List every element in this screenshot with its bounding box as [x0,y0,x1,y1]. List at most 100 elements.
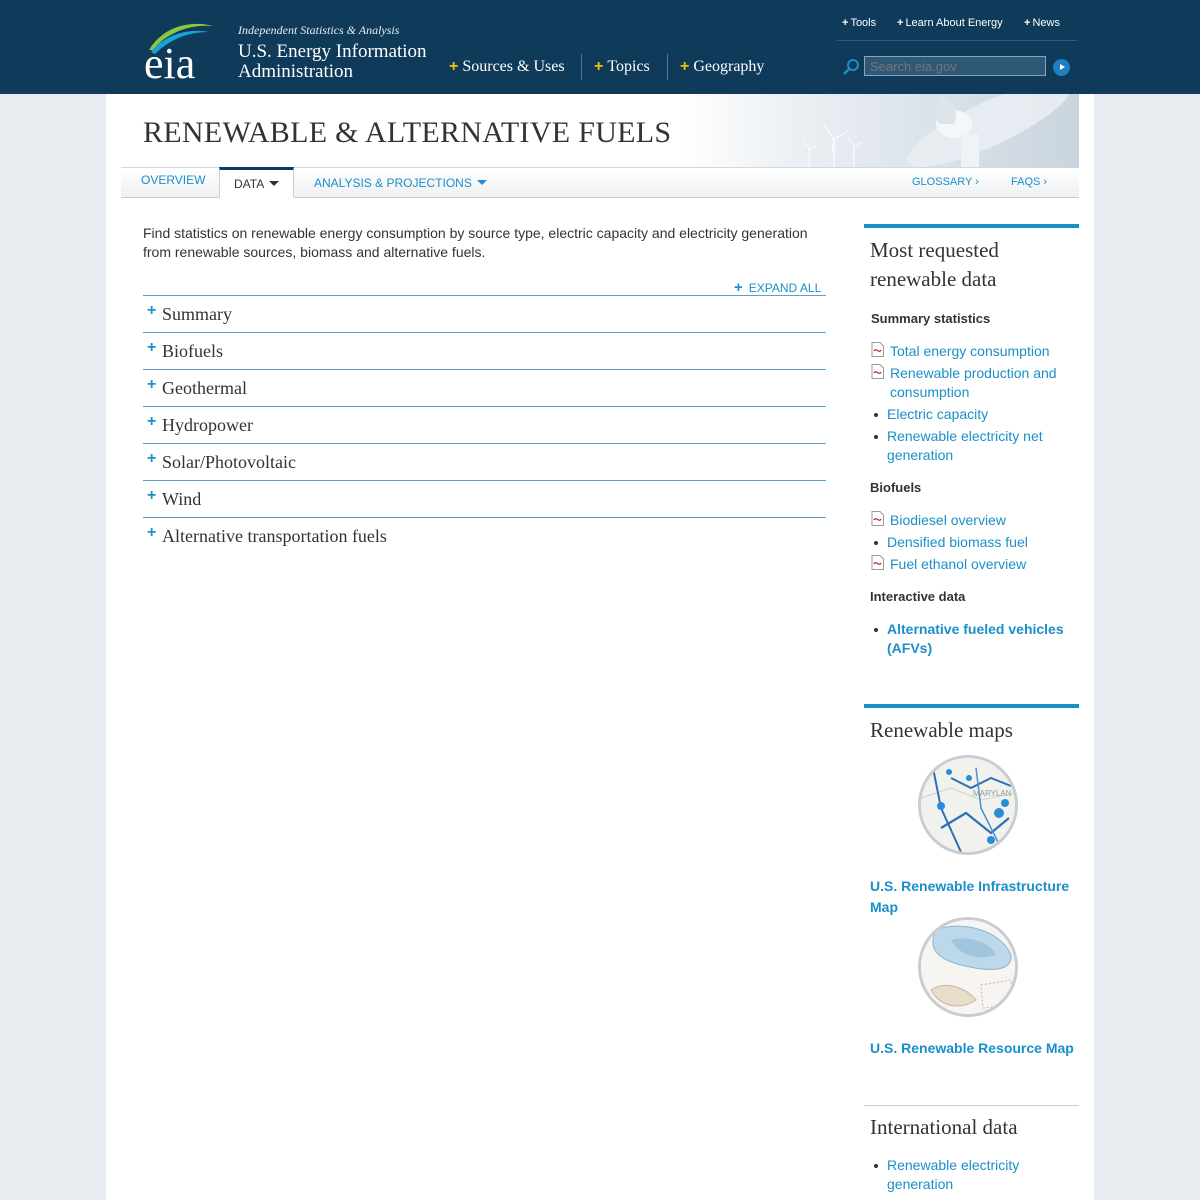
utility-label: Learn About Energy [905,17,1003,29]
accordion-label: Hydropower [162,415,253,435]
nav-sources-uses[interactable]: + Sources & Uses [449,54,565,80]
plus-icon: + [147,339,157,356]
accordion-geothermal[interactable]: + Geothermal [143,369,826,406]
bullet [874,541,878,545]
utility-learn-about-energy[interactable]: + Learn About Energy [897,17,1003,29]
accordion-biofuels[interactable]: + Biofuels [143,332,826,369]
link-alternative-fueled-vehicles[interactable]: Alternative fueled vehicles (AFVs) [887,620,1072,658]
caret-down-icon [476,180,487,185]
divider [864,1105,1079,1106]
tagline: Independent Statistics & Analysis [238,23,400,37]
pdf-icon [871,511,884,526]
plus-icon: + [842,17,849,29]
plus-icon: + [594,58,604,75]
faqs-link[interactable]: FAQS › [1011,176,1047,188]
nav-label: Topics [607,58,650,75]
plus-icon: + [680,58,690,75]
nav-divider [667,54,668,80]
accordion-solar[interactable]: + Solar/Photovoltaic [143,443,826,480]
map-label: MARYLAN [973,789,1012,798]
wind-turbine-image [802,94,1072,167]
most-requested-box: Most requested renewable data Summary st… [864,224,1079,684]
tab-analysis-projections[interactable]: ANALYSIS & PROJECTIONS [314,176,487,190]
renewable-maps-heading: Renewable maps [870,718,1013,742]
org-name-line2: Administration [238,60,354,82]
eia-logo[interactable]: eia [143,20,219,82]
infrastructure-map-thumbnail[interactable]: MARYLAN [918,755,1018,855]
accordion-summary[interactable]: + Summary [143,295,826,332]
bullet [874,628,878,632]
search-go-button[interactable] [1053,59,1070,76]
accordion-wind[interactable]: + Wind [143,480,826,517]
accordion-label: Summary [162,304,232,324]
accordion-label: Geothermal [162,378,247,398]
link-electric-capacity[interactable]: Electric capacity [887,405,1077,424]
plus-icon: + [147,487,157,504]
logo-text: eia [144,39,195,82]
expand-all-button[interactable]: + EXPAND ALL [734,279,821,296]
resource-map-thumbnail[interactable] [918,917,1018,1017]
utility-tools[interactable]: + Tools [842,17,876,29]
utility-news[interactable]: + News [1024,17,1060,29]
plus-icon: + [147,450,157,467]
org-name[interactable]: U.S. Energy Information Administration [238,42,427,81]
tab-overview[interactable]: OVERVIEW [141,173,205,187]
link-densified-biomass-fuel[interactable]: Densified biomass fuel [887,533,1077,552]
nav-label: Geography [693,58,765,75]
org-name-line1: U.S. Energy Information [238,41,427,62]
plus-icon: + [147,413,157,430]
caret-down-icon [269,181,280,186]
link-renewable-resource-map[interactable]: U.S. Renewable Resource Map [870,1038,1080,1059]
plus-icon: + [897,17,904,29]
tab-label: DATA [234,177,265,191]
site-header: eia Independent Statistics & Analysis U.… [0,0,1200,94]
utility-label: Tools [850,17,877,29]
pdf-icon [871,342,884,357]
search-input[interactable] [864,56,1046,76]
interactive-data-heading: Interactive data [870,589,966,604]
accordion-label: Alternative transportation fuels [162,526,387,546]
accordion-label: Wind [162,489,202,509]
link-biodiesel-overview[interactable]: Biodiesel overview [890,511,1080,530]
plus-icon: + [147,376,157,393]
link-total-energy-consumption[interactable]: Total energy consumption [890,342,1080,361]
nav-label: Sources & Uses [462,58,565,75]
nav-divider [581,54,582,80]
plus-icon: + [734,279,743,296]
plus-icon: + [1024,17,1031,29]
link-fuel-ethanol-overview[interactable]: Fuel ethanol overview [890,555,1080,574]
summary-statistics-heading: Summary statistics [871,311,991,326]
link-renewable-electricity-generation[interactable]: Renewable electricity generation [887,1156,1057,1194]
utility-label: News [1032,17,1060,29]
pdf-icon [871,555,884,570]
bullet [874,413,878,417]
utility-divider [837,40,1077,41]
accordion-label: Solar/Photovoltaic [162,452,296,472]
bullet [874,435,878,439]
bullet [874,1164,878,1168]
accordion-label: Biofuels [162,341,223,361]
link-renewable-infrastructure-map[interactable]: U.S. Renewable Infrastructure Map [870,876,1080,918]
most-requested-heading: Most requested renewable data [870,238,999,291]
biofuels-heading: Biofuels [870,480,922,495]
page-container: RENEWABLE & ALTERNATIVE FUELS OVERVIEW D… [106,94,1094,1200]
link-renewable-production-consumption[interactable]: Renewable production and consumption [890,364,1070,402]
link-renewable-electricity-net-generation[interactable]: Renewable electricity net generation [887,427,1057,465]
accordion-alternative-fuels[interactable]: + Alternative transportation fuels [143,517,826,554]
tab-data[interactable]: DATA [219,167,295,198]
page-banner: RENEWABLE & ALTERNATIVE FUELS [121,94,1079,167]
map-image [921,920,1015,1014]
nav-topics[interactable]: + Topics [594,54,650,80]
accordion-hydropower[interactable]: + Hydropower [143,406,826,443]
plus-icon: + [147,302,157,319]
nav-geography[interactable]: + Geography [680,54,764,80]
map-image: MARYLAN [921,758,1015,852]
page-title: RENEWABLE & ALTERNATIVE FUELS [143,116,672,149]
search-icon[interactable] [842,58,860,76]
plus-icon: + [147,524,157,541]
expand-all-label: EXPAND ALL [748,281,822,295]
pdf-icon [871,364,884,379]
intro-text: Find statistics on renewable energy cons… [143,225,808,260]
tab-label: ANALYSIS & PROJECTIONS [314,176,472,190]
glossary-link[interactable]: GLOSSARY › [912,176,979,188]
